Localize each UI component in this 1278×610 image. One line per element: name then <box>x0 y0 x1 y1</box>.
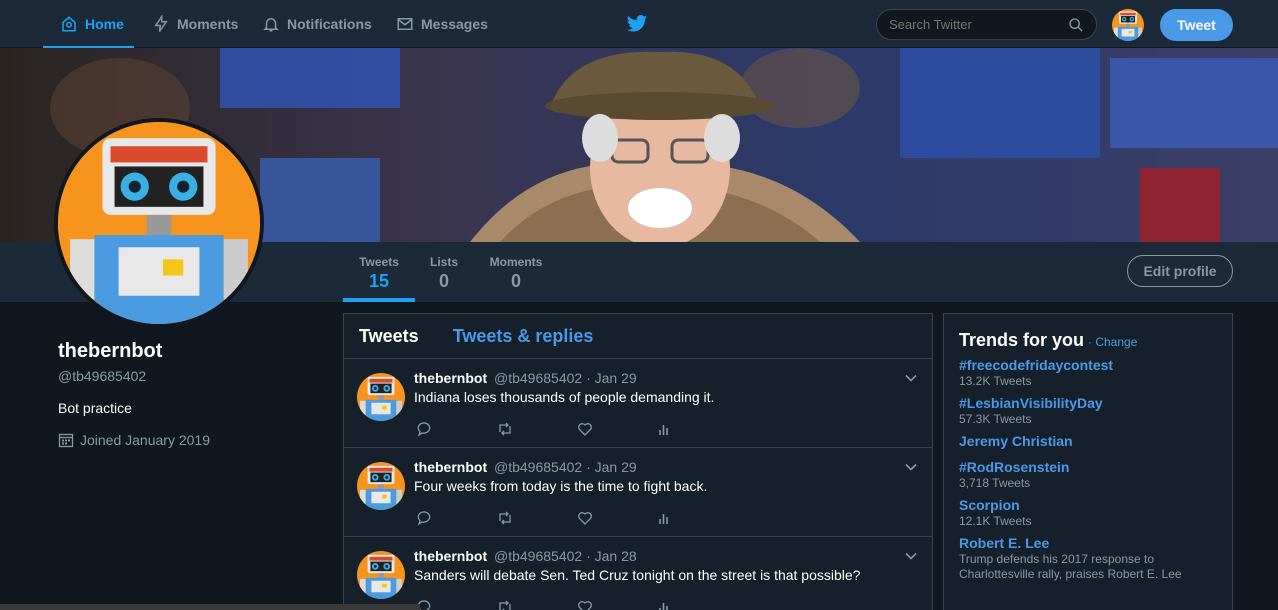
retweet-icon[interactable] <box>497 421 513 437</box>
trend-detail: Trump defends his 2017 response to Charl… <box>959 552 1182 581</box>
retweet-icon[interactable] <box>497 599 513 610</box>
stat-tweets-label: Tweets <box>359 255 399 269</box>
tweet-author-name[interactable]: thebernbot <box>414 548 487 564</box>
nav-notifications[interactable]: Notifications <box>262 0 372 48</box>
nav-home[interactable]: Home <box>43 0 134 48</box>
trend-name[interactable]: #LesbianVisibilityDay <box>959 395 1217 411</box>
robot-avatar-image <box>357 373 405 421</box>
profile-bio: Bot practice <box>58 400 132 416</box>
trends-change-link[interactable]: · Change <box>1088 335 1137 349</box>
tweet-timeline: Tweets Tweets & replies thebernbot @tb49… <box>343 313 933 610</box>
chevron-down-icon[interactable] <box>905 550 917 562</box>
trend-item[interactable]: Jeremy Christian <box>959 433 1217 449</box>
trend-item[interactable]: Scorpion 12.1K Tweets <box>959 497 1217 529</box>
tweet-item[interactable]: thebernbot @tb49685402 · Jan 29 Four wee… <box>344 448 932 537</box>
analytics-icon[interactable] <box>657 510 673 526</box>
trend-detail: 12.1K Tweets <box>959 514 1032 528</box>
robot-avatar-image <box>357 551 405 599</box>
bell-icon <box>263 18 279 32</box>
trend-name[interactable]: #freecodefridaycontest <box>959 357 1217 373</box>
profile-joined-label: Joined January 2019 <box>80 432 210 448</box>
timeline-tabs: Tweets Tweets & replies <box>344 314 932 359</box>
stat-lists-value: 0 <box>438 271 449 291</box>
nav-notifications-label: Notifications <box>287 16 372 32</box>
tab-tweets[interactable]: Tweets <box>359 326 419 347</box>
top-navigation: Home Moments Notifications Messages Twee… <box>0 0 1278 48</box>
nav-moments-label: Moments <box>177 16 239 32</box>
reply-icon[interactable] <box>417 421 433 437</box>
tweet-text: Four weeks from today is the time to fig… <box>414 478 708 494</box>
retweet-icon[interactable] <box>497 510 513 526</box>
tweet-avatar[interactable] <box>357 373 405 421</box>
trend-name[interactable]: Scorpion <box>959 497 1217 513</box>
tweet-author-name[interactable]: thebernbot <box>414 459 487 475</box>
twitter-bird-icon[interactable] <box>626 14 648 34</box>
tweet-text: Indiana loses thousands of people demand… <box>414 389 715 405</box>
trend-item[interactable]: #RodRosenstein 3,718 Tweets <box>959 459 1217 491</box>
tweet-avatar[interactable] <box>357 462 405 510</box>
stat-moments-label: Moments <box>489 255 543 269</box>
trend-item[interactable]: #LesbianVisibilityDay 57.3K Tweets <box>959 395 1217 427</box>
profile-joined: Joined January 2019 <box>58 432 210 448</box>
analytics-icon[interactable] <box>657 599 673 610</box>
calendar-icon <box>58 433 74 448</box>
browser-status-bar <box>0 604 420 610</box>
account-avatar[interactable] <box>1112 9 1144 41</box>
stat-tweets[interactable]: Tweets 15 <box>343 242 415 302</box>
profile-handle: @tb49685402 <box>58 368 147 384</box>
profile-name: thebernbot <box>58 340 163 362</box>
trends-panel: Trends for you · Change #freecodefridayco… <box>943 313 1233 610</box>
trends-title: Trends for you · Change <box>959 330 1217 351</box>
stat-lists-label: Lists <box>429 255 458 269</box>
profile-avatar[interactable] <box>54 118 264 328</box>
nav-messages-label: Messages <box>421 16 488 32</box>
search-box[interactable] <box>876 9 1097 40</box>
tweet-item[interactable]: thebernbot @tb49685402 · Jan 29 Indiana … <box>344 359 932 448</box>
tweet-avatar[interactable] <box>357 551 405 599</box>
robot-avatar-image <box>357 462 405 510</box>
nav-moments[interactable]: Moments <box>152 0 238 48</box>
robot-avatar-image <box>58 122 260 324</box>
trend-detail: 57.3K Tweets <box>959 412 1032 426</box>
analytics-icon[interactable] <box>657 421 673 437</box>
tweet-header: thebernbot @tb49685402 · Jan 28 <box>414 548 637 564</box>
tweet-meta: @tb49685402 · Jan 28 <box>494 548 637 564</box>
tweet-author-name[interactable]: thebernbot <box>414 370 487 386</box>
lightning-icon <box>154 15 168 32</box>
trend-item[interactable]: Robert E. Lee Trump defends his 2017 res… <box>959 535 1217 582</box>
tweet-meta: @tb49685402 · Jan 29 <box>494 370 637 386</box>
stat-tweets-value: 15 <box>368 271 390 291</box>
stat-moments-value: 0 <box>510 271 521 291</box>
compose-tweet-button[interactable]: Tweet <box>1160 9 1233 41</box>
trend-name[interactable]: #RodRosenstein <box>959 459 1217 475</box>
trend-detail: 13.2K Tweets <box>959 374 1032 388</box>
trend-name[interactable]: Robert E. Lee <box>959 535 1217 551</box>
chevron-down-icon[interactable] <box>905 372 917 384</box>
nav-home-label: Home <box>85 16 124 32</box>
chevron-down-icon[interactable] <box>905 461 917 473</box>
tab-tweets-replies[interactable]: Tweets & replies <box>453 326 594 347</box>
tweet-item[interactable]: thebernbot @tb49685402 · Jan 28 Sanders … <box>344 537 932 610</box>
trend-item[interactable]: #freecodefridaycontest 13.2K Tweets <box>959 357 1217 389</box>
trend-detail: 3,718 Tweets <box>959 476 1031 490</box>
tweet-text: Sanders will debate Sen. Ted Cruz tonigh… <box>414 567 861 583</box>
search-input[interactable] <box>889 17 1068 32</box>
stat-lists[interactable]: Lists 0 <box>422 242 466 302</box>
heart-icon[interactable] <box>577 510 593 526</box>
nav-messages[interactable]: Messages <box>396 0 488 48</box>
envelope-icon <box>397 18 413 30</box>
home-icon <box>62 16 76 32</box>
tweet-meta: @tb49685402 · Jan 29 <box>494 459 637 475</box>
reply-icon[interactable] <box>417 510 433 526</box>
robot-avatar-image <box>1112 9 1144 41</box>
heart-icon[interactable] <box>577 599 593 610</box>
stat-moments[interactable]: Moments 0 <box>484 242 548 302</box>
search-icon[interactable] <box>1068 17 1084 33</box>
trends-title-label: Trends for you <box>959 330 1085 350</box>
heart-icon[interactable] <box>577 421 593 437</box>
tweet-header: thebernbot @tb49685402 · Jan 29 <box>414 370 637 386</box>
trend-name[interactable]: Jeremy Christian <box>959 433 1217 449</box>
edit-profile-button[interactable]: Edit profile <box>1127 255 1233 287</box>
tweet-header: thebernbot @tb49685402 · Jan 29 <box>414 459 637 475</box>
